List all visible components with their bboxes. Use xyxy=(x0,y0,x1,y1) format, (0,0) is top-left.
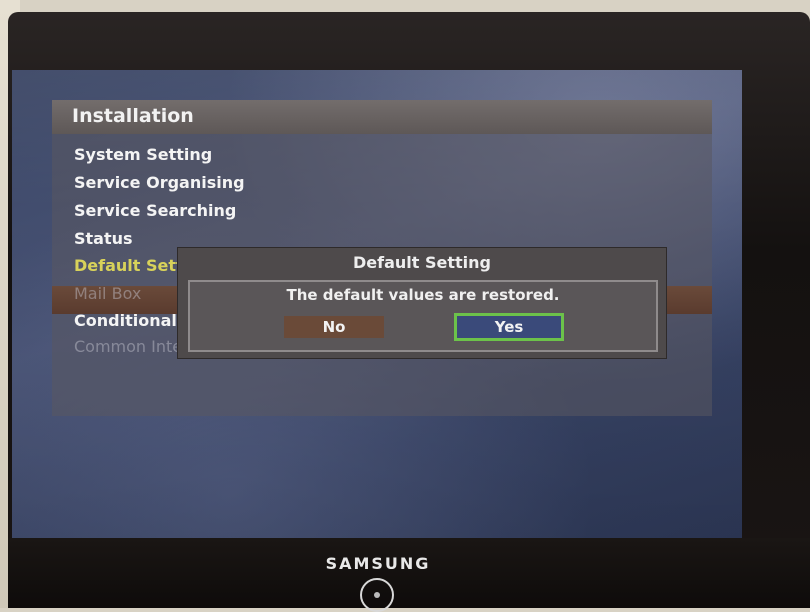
brand-logo: SAMSUNG xyxy=(325,554,431,573)
dialog-title: Default Setting xyxy=(353,253,491,272)
power-indicator xyxy=(374,592,380,598)
tv-screen: Installation System Setting Service Orga… xyxy=(12,70,742,538)
dialog-body: The default values are restored. No Yes xyxy=(188,280,658,352)
menu-item-status[interactable]: Status xyxy=(74,226,133,252)
menu-item-service-searching[interactable]: Service Searching xyxy=(74,198,236,224)
menu-item-service-organising[interactable]: Service Organising xyxy=(74,170,245,196)
default-setting-dialog: Default Setting The default values are r… xyxy=(178,248,666,358)
menu-item-mail-box[interactable]: Mail Box xyxy=(74,281,141,307)
tv-lower-bezel: SAMSUNG xyxy=(8,538,810,612)
menu-header: Installation xyxy=(52,100,712,134)
dialog-message: The default values are restored. xyxy=(286,286,560,304)
installation-menu: Installation System Setting Service Orga… xyxy=(52,100,712,416)
no-button[interactable]: No xyxy=(284,316,384,338)
power-button-icon[interactable] xyxy=(360,578,394,612)
yes-button[interactable]: Yes xyxy=(454,313,564,341)
menu-item-system-setting[interactable]: System Setting xyxy=(74,142,212,168)
menu-title: Installation xyxy=(72,105,194,127)
